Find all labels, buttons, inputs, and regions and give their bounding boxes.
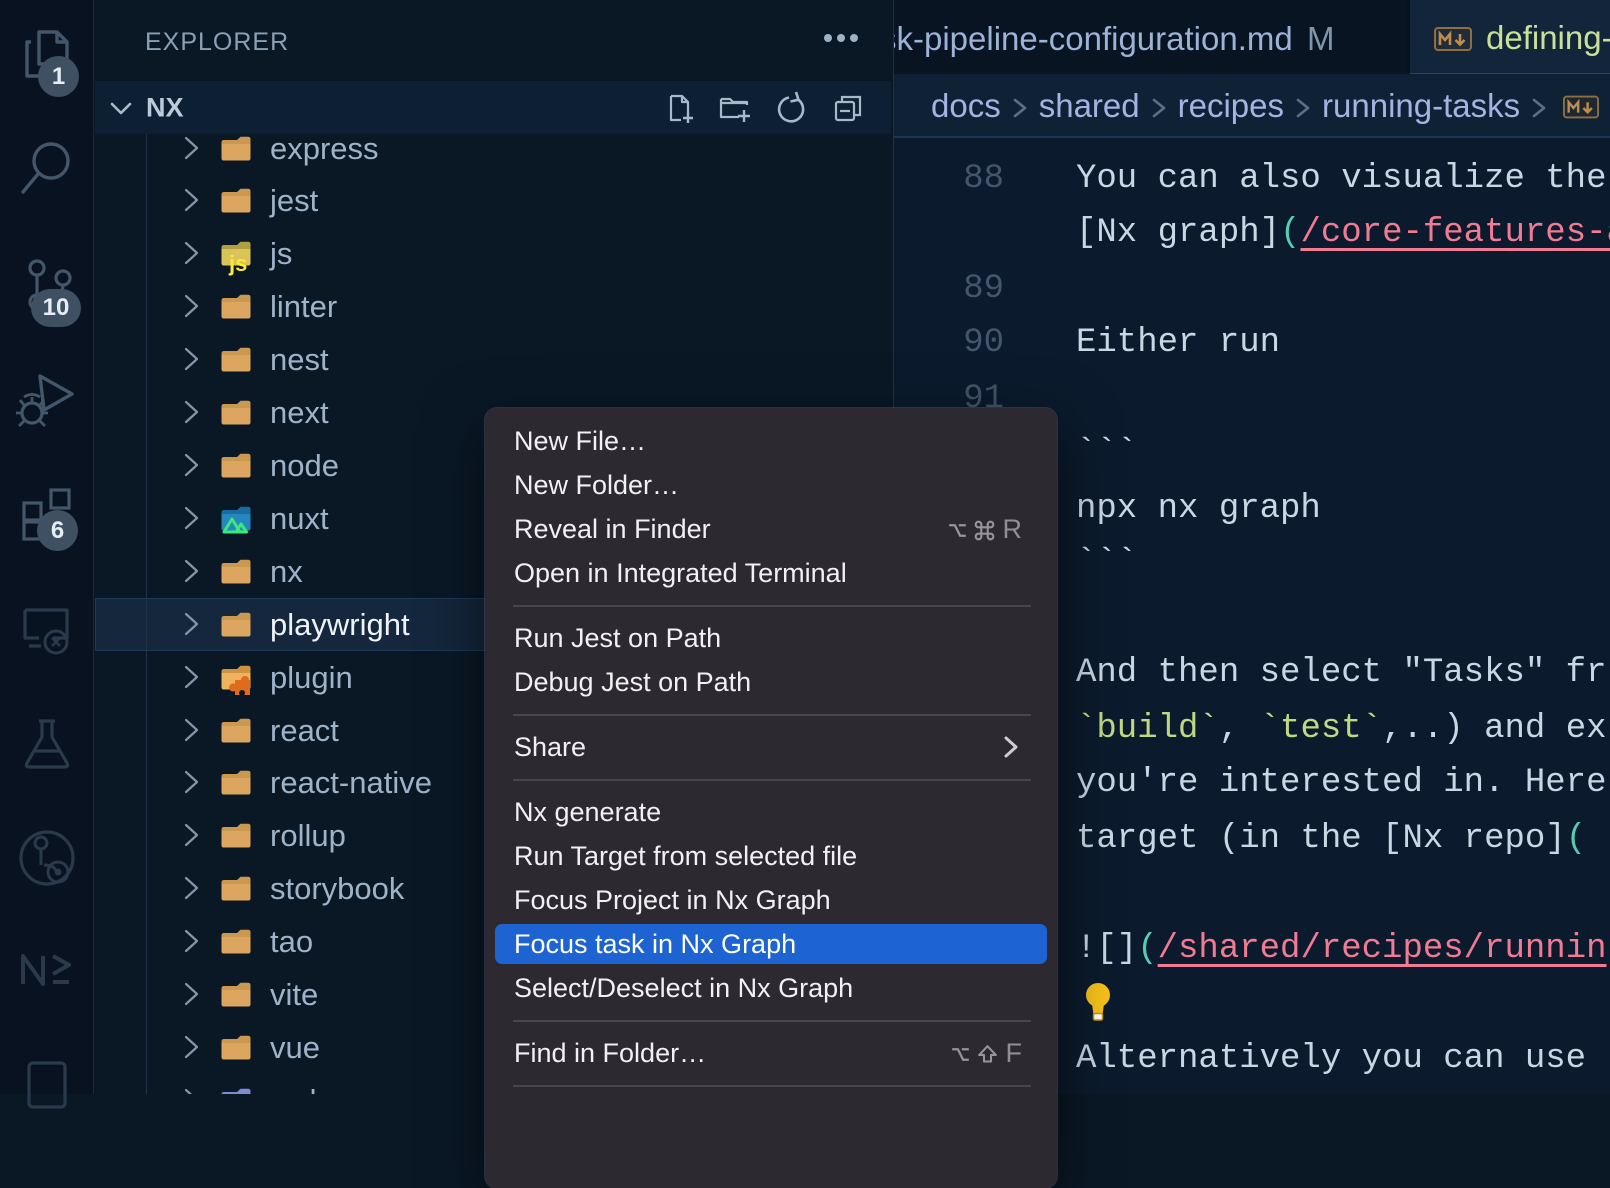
svg-text:js: js [228,251,247,276]
